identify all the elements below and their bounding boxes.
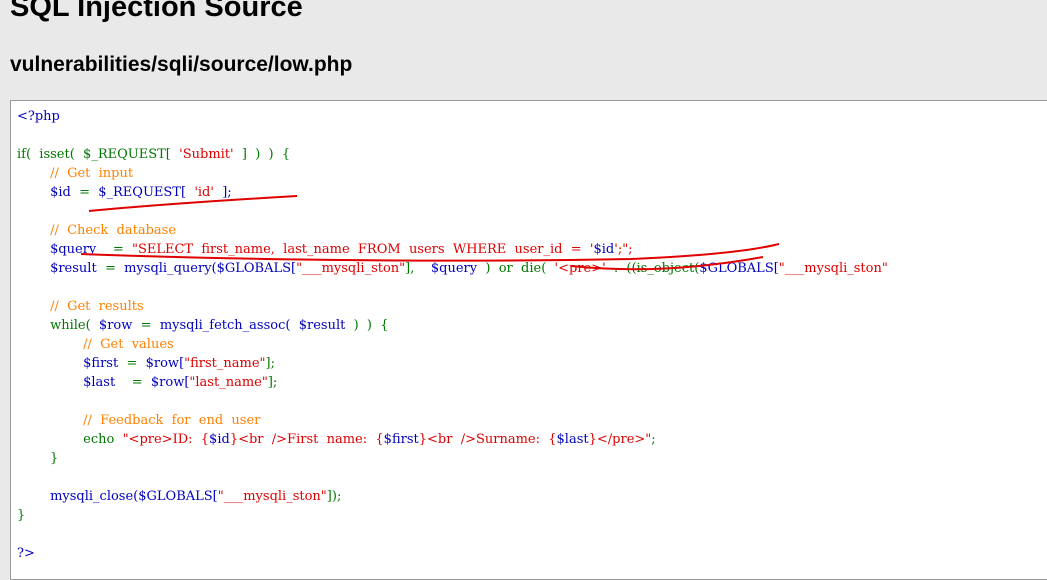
code-token: $row	[98, 318, 141, 333]
code-token: }</pre>"	[588, 432, 652, 447]
code-token: $result	[50, 261, 105, 276]
code-token: }	[17, 451, 59, 466]
code-token: ?>	[17, 546, 35, 561]
code-token: mysqli_fetch_assoc(	[159, 318, 299, 333]
code-token: ] ) ) {	[233, 147, 291, 162]
code-token: =	[126, 356, 146, 371]
code-line: $query = "SELECT first_name, last_name F…	[17, 240, 633, 259]
code-token: $id	[209, 432, 230, 447]
code-token: "___mysqli_ston"	[778, 261, 888, 276]
code-line: echo "<pre>ID: {$id}<br />First name: {$…	[17, 430, 656, 449]
code-token: if( isset( $_REQUEST[	[17, 147, 180, 162]
code-token: $last	[556, 432, 589, 447]
code-token: // Get values	[83, 337, 174, 352]
code-token: $row[	[150, 375, 190, 390]
code-token: "first_name"	[184, 356, 266, 371]
code-token: ];	[213, 185, 232, 200]
code-token: $last	[83, 375, 132, 390]
code-line: // Get values	[17, 335, 174, 354]
code-token: $GLOBALS[	[216, 261, 297, 276]
code-token: "SELECT first_name, last_name FROM users…	[131, 242, 594, 257]
code-token: $GLOBALS[	[699, 261, 779, 276]
code-token: // Check database	[50, 223, 177, 238]
code-line: <?php	[17, 107, 60, 126]
code-token: }	[17, 508, 26, 523]
code-token: $query	[50, 242, 113, 257]
code-token: =	[79, 185, 99, 200]
code-token: $id	[593, 242, 615, 257]
code-token: ) ) {	[353, 318, 389, 333]
code-token: while(	[50, 318, 99, 333]
code-line: // Get results	[17, 297, 144, 316]
code-token: // Get results	[50, 299, 144, 314]
code-line: $last = $row["last_name"];	[17, 373, 277, 392]
code-token: =	[112, 242, 132, 257]
code-token: echo	[83, 432, 123, 447]
code-token: "<pre>ID: {	[122, 432, 210, 447]
code-line: mysqli_close($GLOBALS["___mysqli_ston"])…	[17, 487, 341, 506]
code-token: ) or die(	[485, 261, 555, 276]
code-line: // Check database	[17, 221, 176, 240]
code-token: // Get input	[50, 166, 134, 181]
code-token: $GLOBALS[	[138, 489, 218, 504]
code-token: ';";	[614, 242, 633, 257]
code-token: $first	[83, 356, 127, 371]
code-token: "last_name"	[189, 375, 268, 390]
code-line: }	[17, 449, 58, 468]
code-token: }<br />Surname: {	[418, 432, 557, 447]
code-token: =	[140, 318, 160, 333]
code-line: ?>	[17, 544, 35, 563]
code-token: mysqli_close(	[50, 489, 139, 504]
code-token: $query	[430, 261, 486, 276]
code-token: =	[104, 261, 125, 276]
code-token: ];	[265, 356, 275, 371]
code-token: ],	[405, 261, 431, 276]
code-token: // Feedback for end user	[83, 413, 261, 428]
code-token: 'id'	[194, 185, 214, 200]
code-token: $result	[298, 318, 354, 333]
code-token: $id	[50, 185, 80, 200]
code-line: // Feedback for end user	[17, 411, 260, 430]
code-token: ]);	[326, 489, 342, 504]
code-token: . ((is_object(	[613, 261, 700, 276]
code-line: $result = mysqli_query($GLOBALS["___mysq…	[17, 259, 888, 278]
source-code-box: <?php if( isset( $_REQUEST[ 'Submit' ] ) …	[10, 100, 1047, 580]
code-line: if( isset( $_REQUEST[ 'Submit' ] ) ) {	[17, 145, 290, 164]
code-line: while( $row = mysqli_fetch_assoc( $resul…	[17, 316, 389, 335]
source-file-path: vulnerabilities/sqli/source/low.php	[10, 53, 353, 76]
code-token: ];	[267, 375, 278, 390]
code-line: }	[17, 506, 25, 525]
code-token: "___mysqli_ston"	[296, 261, 406, 276]
code-line: $id = $_REQUEST[ 'id' ];	[17, 183, 232, 202]
code-token: $_REQUEST[	[98, 185, 195, 200]
code-token: 'Submit'	[179, 147, 234, 162]
code-token: =	[131, 375, 151, 390]
code-line: // Get input	[17, 164, 133, 183]
code-token: ;	[651, 432, 656, 447]
code-token: <?php	[17, 109, 60, 124]
code-line: $first = $row["first_name"];	[17, 354, 275, 373]
code-token: }<br />First name: {	[229, 432, 384, 447]
code-token: "___mysqli_ston"	[217, 489, 327, 504]
code-token: mysqli_query(	[124, 261, 217, 276]
code-token: $row[	[145, 356, 185, 371]
code-token: '<pre>'	[554, 261, 614, 276]
code-token: $first	[383, 432, 419, 447]
page-title: SQL Injection Source	[10, 0, 303, 23]
